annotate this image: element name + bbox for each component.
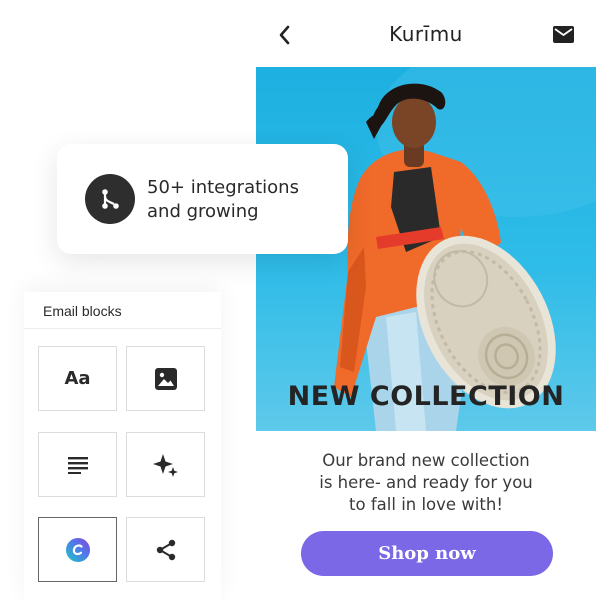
image-block-tile[interactable] [126, 346, 205, 411]
hero-headline: NEW COLLECTION [287, 381, 565, 412]
blocks-header: Email blocks [24, 292, 221, 329]
mail-icon [553, 26, 574, 43]
branch-icon [85, 174, 135, 224]
integrations-line: 50+ integrations [147, 177, 299, 198]
body-line: Our brand new collection [322, 451, 530, 470]
text-block-tile[interactable]: Aa [38, 346, 117, 411]
integrations-card: 50+ integrations and growing [57, 144, 348, 254]
paragraph-block-tile[interactable] [38, 432, 117, 497]
paragraph-icon [67, 456, 88, 474]
integrations-line: and growing [147, 201, 259, 222]
image-icon [154, 367, 177, 390]
text-icon: Aa [64, 368, 91, 389]
email-blocks-panel: Email blocks Aa [24, 292, 221, 601]
shop-now-button[interactable]: Shop now [301, 531, 553, 576]
integrations-text: 50+ integrations and growing [147, 176, 299, 224]
body-copy: Our brand new collection is here- and re… [286, 450, 566, 516]
sparkle-icon [152, 453, 178, 477]
body-line: is here- and ready for you [319, 473, 533, 492]
mail-button[interactable] [553, 26, 574, 43]
social-block-tile[interactable] [126, 517, 205, 582]
brand-logo: Kurīmu [389, 22, 463, 46]
body-line: to fall in love with! [349, 495, 503, 514]
email-header: Kurīmu [256, 0, 596, 67]
share-icon [156, 539, 175, 560]
canva-block-tile[interactable] [38, 517, 117, 582]
canva-icon [65, 537, 90, 562]
ai-block-tile[interactable] [126, 432, 205, 497]
blocks-title: Email blocks [43, 303, 122, 319]
email-preview: Kurīmu NEW COLLECTION Our brand new coll… [256, 0, 596, 601]
